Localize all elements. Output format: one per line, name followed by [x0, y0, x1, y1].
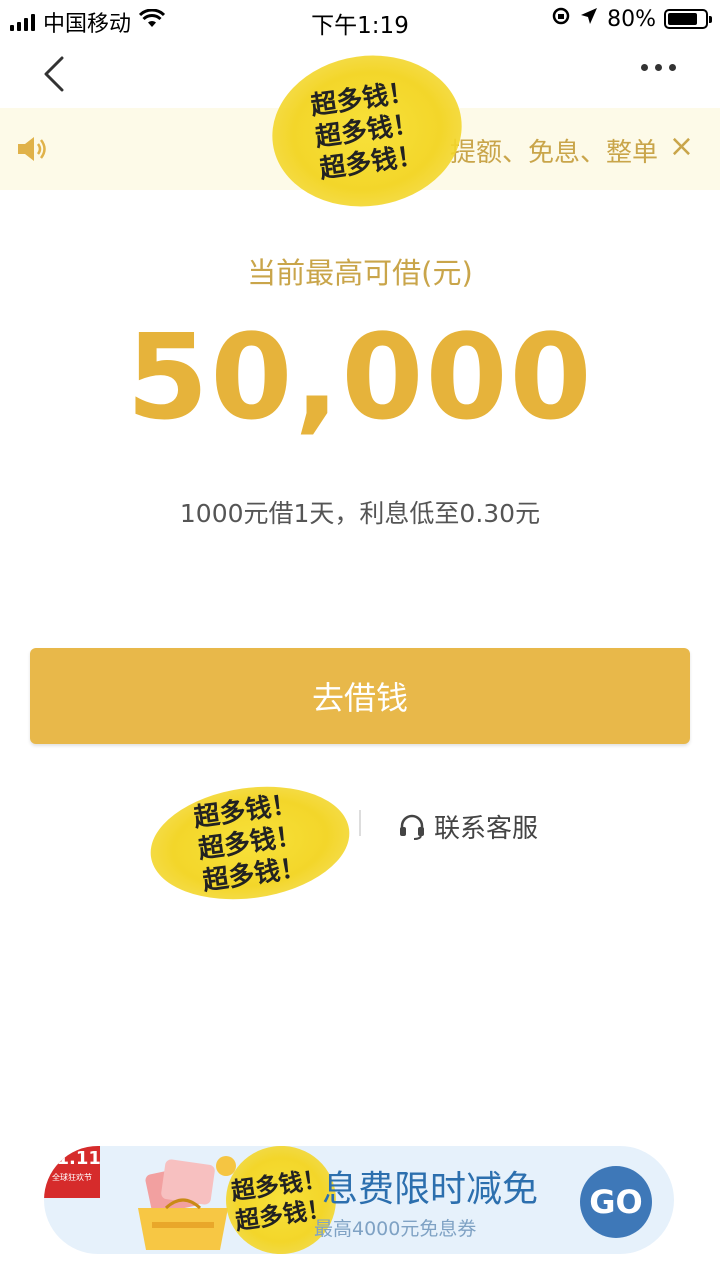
sticker-middle: 超多钱！ 超多钱！ 超多钱！ [143, 774, 357, 912]
go-button[interactable]: GO [580, 1166, 652, 1238]
chevron-left-icon [44, 56, 64, 92]
status-right: 80% [551, 6, 712, 32]
speaker-icon [16, 134, 50, 168]
max-borrow-label: 当前最高可借(元) [247, 256, 473, 290]
rotation-lock-icon [551, 6, 571, 32]
location-arrow-icon [579, 6, 599, 32]
banner-title: 息费限时减免 [322, 1169, 539, 1210]
more-dots-icon [641, 64, 648, 71]
back-button[interactable] [34, 54, 74, 94]
banner-subtitle: 最高4000元免息券 [314, 1218, 477, 1240]
borrow-button[interactable]: 去借钱 [30, 648, 690, 744]
battery-fill [668, 13, 697, 25]
close-icon[interactable]: × [669, 132, 694, 162]
double-eleven-logo: 11.11 全球狂欢节 [44, 1146, 101, 1198]
notice-text: 提额、免息、整单 [450, 138, 659, 168]
status-bar: 中国移动 下午1:19 80% [0, 0, 720, 40]
divider [359, 810, 361, 836]
logo-sub: 全球狂欢节 [52, 1173, 92, 1182]
battery-icon [664, 9, 712, 29]
logo-number: 11.11 [44, 1148, 101, 1169]
headset-icon [400, 814, 424, 840]
contact-service-link[interactable]: 联系客服 [398, 808, 538, 845]
contact-service-label: 联系客服 [434, 814, 539, 844]
max-borrow-amount: 50,000 [126, 308, 594, 446]
promo-banner[interactable]: 11.11 全球狂欢节 超多钱！ 超多钱！ 息费限时减免 最高4000元免息券 G… [44, 1146, 674, 1254]
battery-percent: 80% [607, 6, 656, 32]
more-button[interactable] [641, 64, 676, 71]
interest-rate-text: 1000元借1天，利息低至0.30元 [179, 499, 541, 528]
